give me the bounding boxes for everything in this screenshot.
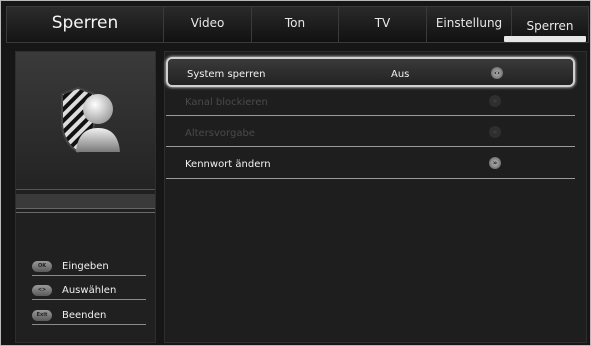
menu-row-label: Kennwort ändern	[185, 159, 271, 170]
lock-user-icon	[61, 86, 120, 154]
side-divider	[16, 212, 155, 213]
legend-divider	[32, 275, 146, 276]
menu-row-change-password[interactable]: Kennwort ändern »	[166, 149, 575, 179]
menu-row-age-rating: Altersvorgabe »	[166, 118, 575, 148]
ok-key-icon: OK	[32, 261, 52, 272]
exit-key-icon: Exit	[32, 310, 52, 321]
legend-divider	[32, 324, 146, 325]
screen-frame: Sperren Video Ton TV Einstellung Sperren	[0, 0, 591, 346]
page-title: Sperren	[6, 6, 164, 43]
navigation-key-icon: <>	[32, 285, 52, 296]
legend-select-label: Auswählen	[62, 285, 117, 296]
chevron-right-icon[interactable]: »	[489, 157, 501, 169]
tab-tv[interactable]: TV	[339, 6, 427, 43]
menu-row-label: Kanal blockieren	[185, 97, 268, 108]
legend-exit-label: Beenden	[62, 310, 107, 321]
menu-divider	[166, 178, 575, 179]
top-bar: Sperren Video Ton TV Einstellung Sperren	[6, 6, 589, 43]
avatar-area	[16, 52, 155, 190]
menu-row-system-lock[interactable]: System sperren Aus ‹›	[166, 57, 575, 87]
chevron-right-icon: »	[489, 95, 501, 107]
tab-ton[interactable]: Ton	[252, 6, 339, 43]
legend-enter-label: Eingeben	[62, 261, 109, 272]
tab-einstellung[interactable]: Einstellung	[427, 6, 512, 43]
menu-row-value: Aus	[391, 69, 410, 80]
menu-divider	[166, 115, 575, 116]
active-tab-indicator	[504, 36, 586, 42]
menu-panel: System sperren Aus ‹› Kanal blockieren »…	[164, 51, 587, 343]
side-panel: OK Eingeben <> Auswählen Exit Beenden	[15, 51, 156, 343]
menu-row-label: Altersvorgabe	[185, 128, 255, 139]
menu-row-channel-block: Kanal blockieren »	[166, 87, 575, 117]
side-status-bar	[16, 194, 155, 209]
chevron-right-icon: »	[489, 126, 501, 138]
tab-video[interactable]: Video	[164, 6, 252, 43]
menu-row-label: System sperren	[187, 69, 266, 80]
menu-divider	[166, 146, 575, 147]
toggle-icon[interactable]: ‹›	[491, 67, 503, 79]
legend-divider	[32, 299, 146, 300]
